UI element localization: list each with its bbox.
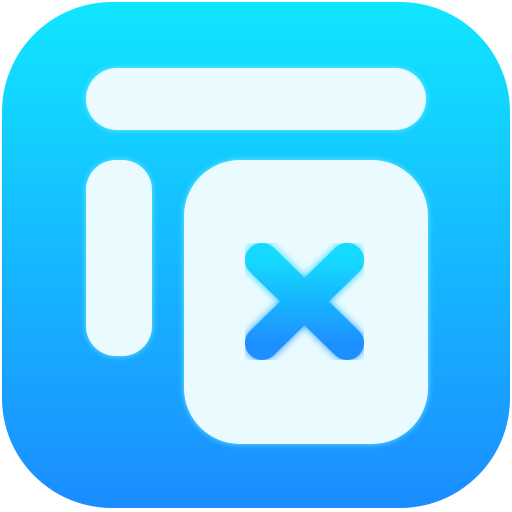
window-close-app-icon	[0, 0, 512, 512]
icon-canvas	[0, 0, 512, 512]
app-icon-graphic	[2, 2, 510, 508]
side-bar-shape	[86, 160, 152, 356]
title-bar-shape	[86, 68, 426, 130]
